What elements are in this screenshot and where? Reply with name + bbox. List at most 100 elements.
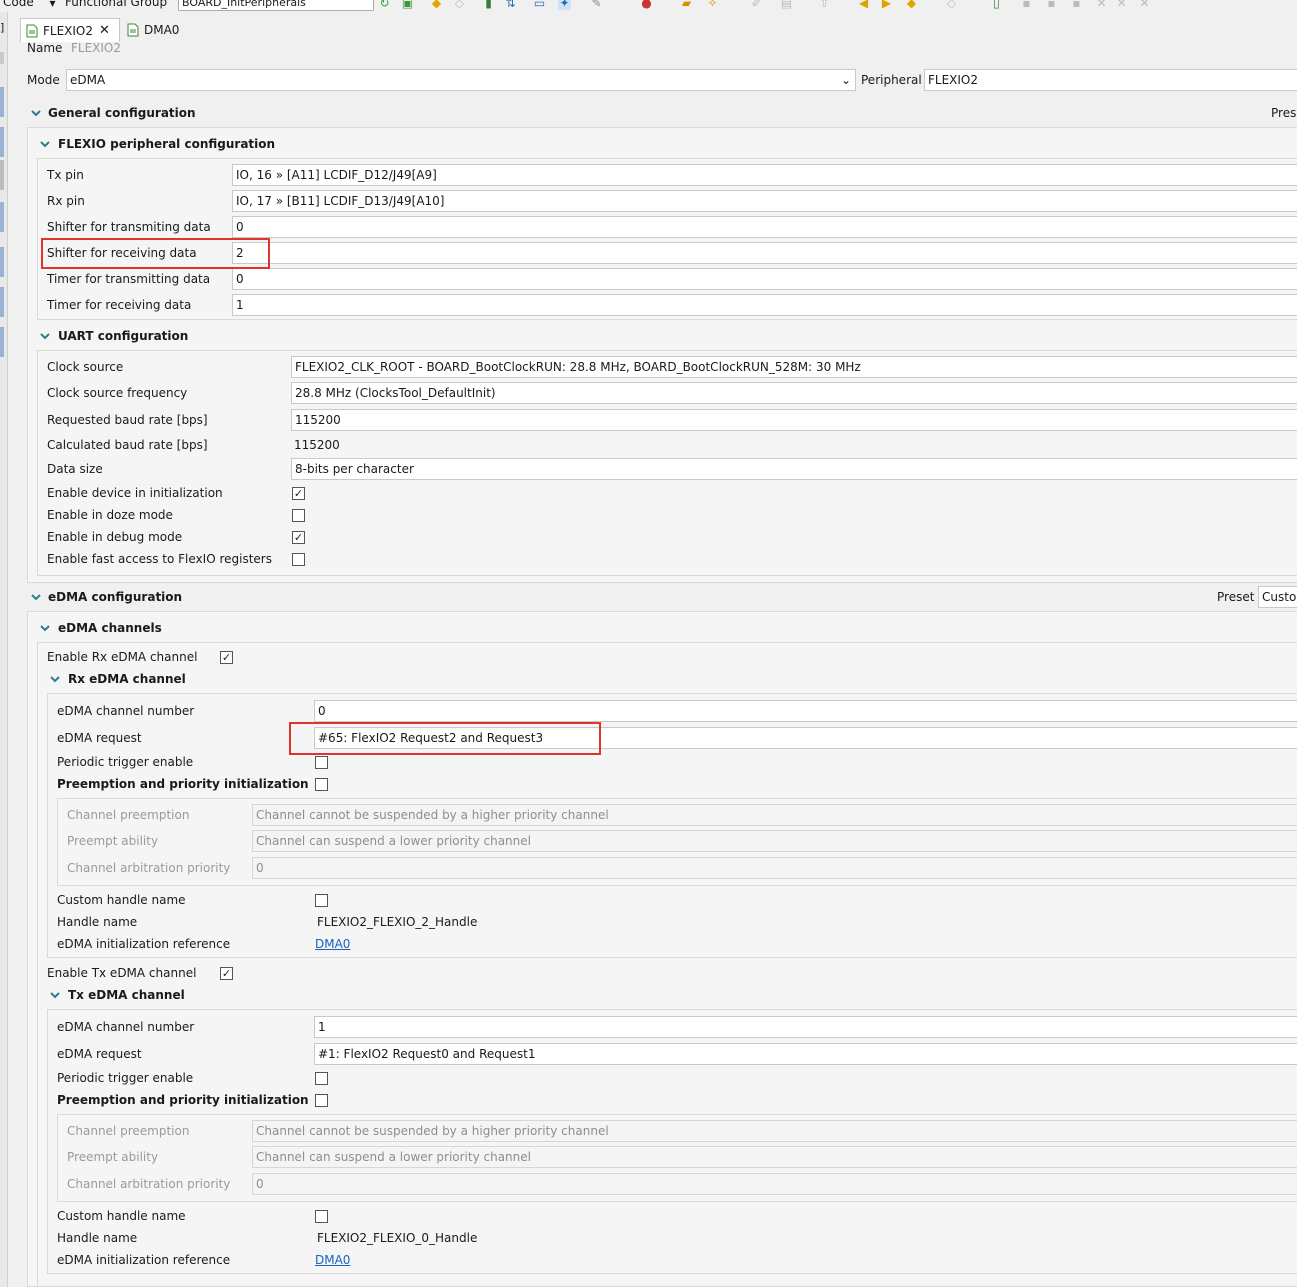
rx-preempt-ability-label: Preempt ability: [67, 834, 159, 848]
tx-custom-handle-checkbox[interactable]: [315, 1210, 328, 1223]
clock-source-field[interactable]: FLEXIO2_CLK_ROOT - BOARD_BootClockRUN: 2…: [291, 356, 1297, 378]
rx-channel-number-label: eDMA channel number: [57, 704, 195, 718]
monitor-icon[interactable]: ▭: [533, 0, 546, 10]
tx-preempt-ability-value: Channel can suspend a lower priority cha…: [256, 1150, 531, 1164]
tool-f-icon[interactable]: ✕: [1138, 0, 1151, 10]
enable-tx-edma-checkbox[interactable]: ✓: [220, 967, 233, 980]
rx-pin-field[interactable]: IO, 17 » [B11] LCDIF_D13/J49[A10]: [232, 190, 1297, 212]
req-baud-field[interactable]: 115200: [291, 409, 1297, 431]
data-size-select[interactable]: 8-bits per character: [291, 458, 1297, 480]
chevron-down-icon[interactable]: [39, 622, 51, 634]
pencil-icon[interactable]: ✐: [750, 0, 763, 10]
data-size-label: Data size: [47, 462, 103, 476]
nav-forward-icon[interactable]: ◇: [945, 0, 958, 10]
enable-debug-checkbox[interactable]: ✓: [292, 531, 305, 544]
prev-icon[interactable]: ◀: [857, 0, 870, 10]
export-icon[interactable]: ▮: [482, 0, 495, 10]
rx-timer-field[interactable]: 1: [232, 294, 1297, 316]
rx-shifter-field[interactable]: 2: [232, 242, 1297, 264]
enable-init-checkbox[interactable]: ✓: [292, 487, 305, 500]
flexio-config-title: FLEXIO peripheral configuration: [58, 137, 276, 151]
peripheral-field[interactable]: FLEXIO2: [924, 69, 1297, 91]
rx-arbitration-field[interactable]: 0: [252, 857, 1297, 879]
tx-periodic-checkbox[interactable]: [315, 1072, 328, 1085]
tx-shifter-label: Shifter for transmiting data: [47, 220, 211, 234]
sort-icon[interactable]: ⇅: [504, 0, 517, 10]
chevron-down-icon[interactable]: [30, 107, 42, 119]
nav-back-icon[interactable]: ◆: [905, 0, 918, 10]
tx-arbitration-field[interactable]: 0: [252, 1173, 1297, 1195]
edit-icon[interactable]: ✎: [590, 0, 603, 10]
rx-periodic-checkbox[interactable]: [315, 756, 328, 769]
gutter-mark: [0, 202, 4, 232]
rx-channel-preemption-select[interactable]: Channel cannot be suspended by a higher …: [252, 804, 1297, 826]
tx-timer-value: 0: [236, 272, 244, 286]
rx-handle-name-value: FLEXIO2_FLEXIO_2_Handle: [317, 915, 478, 929]
rx-preemption-checkbox[interactable]: [315, 778, 328, 791]
mode-select[interactable]: eDMA ⌄: [66, 69, 856, 91]
copy-icon[interactable]: ▣: [401, 0, 414, 10]
doc-icon[interactable]: ▤: [780, 0, 793, 10]
tool-c-icon[interactable]: ▪: [1070, 0, 1083, 10]
tx-preempt-ability-select[interactable]: Channel can suspend a lower priority cha…: [252, 1146, 1297, 1168]
fast-access-checkbox[interactable]: [292, 553, 305, 566]
open-folder-icon[interactable]: ▰: [680, 0, 693, 10]
tx-request-select[interactable]: #1: FlexIO2 Request0 and Request1: [314, 1043, 1297, 1065]
rx-init-ref-link[interactable]: DMA0: [315, 936, 350, 952]
rx-preempt-ability-value: Channel can suspend a lower priority cha…: [256, 834, 531, 848]
tx-preemption-checkbox[interactable]: [315, 1094, 328, 1107]
functional-group-value: BOARD_InitPeripherals: [182, 0, 306, 9]
uart-config-title: UART configuration: [58, 329, 189, 343]
top-toolbar: Code ▾ Functional Group BOARD_InitPeriph…: [0, 0, 1297, 12]
rx-request-label: eDMA request: [57, 731, 142, 745]
tx-init-ref-link[interactable]: DMA0: [315, 1252, 350, 1268]
up-icon[interactable]: ⇧: [818, 0, 831, 10]
clock-freq-value: 28.8 MHz (ClocksTool_DefaultInit): [295, 386, 496, 400]
chevron-down-icon[interactable]: [49, 989, 61, 1001]
refresh-icon[interactable]: ↻: [378, 0, 391, 10]
rx-channel-number-field[interactable]: 0: [314, 700, 1297, 722]
tab-flexio2[interactable]: FLEXIO2 ✕: [20, 18, 120, 42]
tx-timer-label: Timer for transmitting data: [47, 272, 211, 286]
dropdown-arrow-icon[interactable]: ▾: [46, 0, 59, 10]
chevron-down-icon[interactable]: [30, 591, 42, 603]
edma-preset-select[interactable]: Custor: [1258, 586, 1297, 608]
tx-shifter-field[interactable]: 0: [232, 216, 1297, 238]
tab-dma0[interactable]: DMA0: [122, 18, 192, 42]
tx-channel-preemption-select[interactable]: Channel cannot be suspended by a higher …: [252, 1120, 1297, 1142]
enable-init-label: Enable device in initialization: [47, 486, 223, 500]
rx-preempt-ability-select[interactable]: Channel can suspend a lower priority cha…: [252, 830, 1297, 852]
tx-handle-name-value: FLEXIO2_FLEXIO_0_Handle: [317, 1231, 478, 1245]
next-icon[interactable]: ▶: [880, 0, 893, 10]
bug-icon[interactable]: ●: [640, 0, 653, 10]
rx-custom-handle-checkbox[interactable]: [315, 894, 328, 907]
gutter-mark: [0, 160, 4, 190]
mode-label: Mode: [27, 73, 60, 87]
tx-pin-field[interactable]: IO, 16 » [A11] LCDIF_D12/J49[A9]: [232, 164, 1297, 186]
tx-handle-name-label: Handle name: [57, 1231, 138, 1245]
req-baud-label: Requested baud rate [bps]: [47, 413, 208, 427]
chevron-down-icon[interactable]: [39, 138, 51, 150]
functional-group-select[interactable]: BOARD_InitPeripherals: [178, 0, 374, 11]
back-icon[interactable]: ◆: [430, 0, 443, 10]
calc-baud-value: 115200: [294, 438, 340, 452]
rx-custom-handle-label: Custom handle name: [57, 893, 186, 907]
general-preset-label: Pres: [1271, 106, 1297, 120]
chevron-down-icon[interactable]: [39, 330, 51, 342]
tx-timer-field[interactable]: 0: [232, 268, 1297, 290]
tool-e-icon[interactable]: ✕: [1115, 0, 1128, 10]
tool-d-icon[interactable]: ✕: [1095, 0, 1108, 10]
chevron-down-icon[interactable]: [49, 673, 61, 685]
peripheral-tool-icon[interactable]: ✦: [558, 0, 571, 10]
clock-freq-field[interactable]: 28.8 MHz (ClocksTool_DefaultInit): [291, 382, 1297, 404]
tool-a-icon[interactable]: ▪: [1020, 0, 1033, 10]
tx-channel-number-field[interactable]: 1: [314, 1016, 1297, 1038]
wand-icon[interactable]: ✧: [706, 0, 719, 10]
tx-pin-label: Tx pin: [47, 168, 84, 182]
tool-b-icon[interactable]: ▪: [1045, 0, 1058, 10]
enable-doze-checkbox[interactable]: [292, 509, 305, 522]
rx-arbitration-label: Channel arbitration priority: [67, 861, 231, 875]
enable-rx-edma-checkbox[interactable]: ✓: [220, 651, 233, 664]
forward-icon[interactable]: ◇: [453, 0, 466, 10]
new-icon[interactable]: ▯: [990, 0, 1003, 10]
